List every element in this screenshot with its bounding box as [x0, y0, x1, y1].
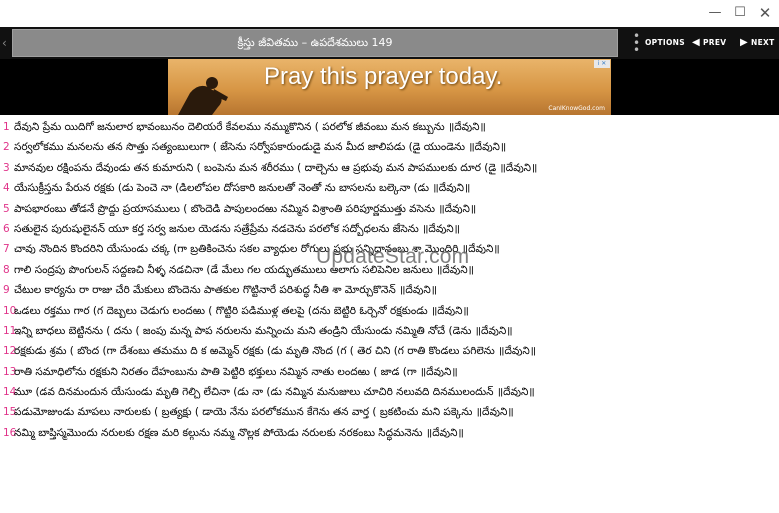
options-label: OPTIONS — [645, 38, 685, 47]
verse-text: మూ (డవ దినమందున యేసుండు మృతి గెల్చి లేచి… — [14, 386, 497, 399]
verse-number: 9 — [3, 284, 10, 297]
verse-list: 1 దేవుని ప్రేమ యిదిగో జనులార భావంబునం దెల… — [0, 117, 779, 443]
window-titlebar: — ☐ ✕ — [0, 0, 779, 27]
verse-item: 3 మానవుల రక్షింపను దేవుండు తన కుమారుని ( … — [0, 158, 779, 178]
options-button[interactable]: OPTIONS — [645, 27, 685, 59]
prev-button[interactable]: ◀ PREV — [692, 27, 726, 59]
verse-refrain: ॥దేవుని॥ — [447, 121, 486, 133]
verse-text: నమ్మి బాప్తిస్మమొందు నరులకు రక్షణ మరి కల… — [14, 426, 426, 439]
verse-refrain: ॥దేవుని॥ — [438, 202, 477, 215]
verse-refrain: ॥దేవుని॥ — [498, 345, 536, 358]
verse-item: 4 యేసుక్రీస్తను పేరున రక్షకు (డు పెంచె నా… — [0, 178, 779, 198]
verse-item: 11ఇన్ని బాధలు బెట్టినను ( దను ( జంపు మన్… — [0, 321, 779, 341]
verse-refrain: ॥దేవుని॥ — [496, 386, 535, 399]
next-label: NEXT — [751, 38, 775, 47]
verse-text: చేటుల కార్యను రా రాజు చేరి మేకులు బొందెన… — [14, 284, 400, 297]
minimize-icon[interactable]: — — [703, 3, 727, 23]
arrow-left-icon: ◀ — [692, 37, 700, 48]
verse-refrain: ॥దేవుని॥ — [399, 284, 437, 297]
ad-url: CanIKnowGod.com — [548, 105, 605, 112]
verse-number: 13 — [3, 365, 17, 378]
verse-refrain: ॥దేవుని॥ — [419, 365, 458, 378]
verse-refrain: ॥దేవుని॥ — [499, 161, 538, 174]
page-title: క్రీస్తు జీవితము – ఉపదేశములు 149 — [12, 29, 618, 57]
app-toolbar: ‹ క్రీస్తు జీవితము – ఉపదేశములు 149 • • • O… — [0, 27, 779, 59]
ad-headline: Pray this prayer today. — [264, 63, 503, 90]
verse-text: దేవుని ప్రేమ యిదిగో జనులార భావంబునం దెలి… — [14, 121, 448, 133]
verse-number: 5 — [3, 202, 10, 215]
verse-text: పాపభారంబు తోడనే ప్రొద్దు ప్రయాసములు ( బొ… — [14, 202, 439, 215]
verse-refrain: ॥దేవుని॥ — [430, 304, 469, 317]
back-arrow-icon[interactable]: ‹ — [2, 35, 10, 51]
watermark: UpdateStar.com — [316, 245, 470, 268]
verse-number: 12 — [3, 345, 17, 358]
verse-text: ఇన్ని బాధలు బెట్టినను ( దను ( జంపు మన్న … — [14, 324, 475, 337]
verse-refrain: ॥దేవుని॥ — [422, 222, 460, 235]
ad-band: Pray this prayer today. CanIKnowGod.com … — [0, 59, 779, 115]
options-dots-icon[interactable]: • • • — [633, 30, 640, 56]
verse-number: 6 — [3, 222, 10, 235]
verse-refrain: ॥దేవుని॥ — [432, 182, 471, 195]
verse-refrain: ॥దేవుని॥ — [468, 141, 507, 154]
verse-number: 15 — [3, 406, 17, 419]
verse-item: 16నమ్మి బాప్తిస్మమొందు నరులకు రక్షణ మరి … — [0, 423, 779, 443]
verse-number: 8 — [3, 263, 10, 276]
verse-text: సర్వలోకము మనలను తన సొత్తు సత్యంబులుగా ( … — [14, 141, 469, 154]
verse-text: రాతి సమాధిలోను రక్షకుని నిరతం దేహంబును ప… — [14, 365, 420, 378]
verse-item: 12రక్షకుడు శ్రమ ( బొంద (గా దేశంబు తమము ద… — [0, 341, 779, 361]
verse-item: 13రాతి సమాధిలోను రక్షకుని నిరతం దేహంబును… — [0, 362, 779, 382]
next-button[interactable]: ▶ NEXT — [740, 27, 775, 59]
verse-number: 14 — [3, 386, 17, 399]
verse-item: 1 దేవుని ప్రేమ యిదిగో జనులార భావంబునం దెల… — [0, 117, 779, 137]
verse-item: 2 సర్వలోకము మనలను తన సొత్తు సత్యంబులుగా (… — [0, 137, 779, 157]
verse-text: పడుమోజుండు మాపలు నారులకు ( బ్రత్యక్షు ( … — [14, 406, 476, 419]
verse-text: రక్షకుడు శ్రమ ( బొంద (గా దేశంబు తమము ది … — [14, 345, 499, 358]
verse-refrain: ॥దేవుని॥ — [474, 324, 513, 337]
verse-item: 6 సతులైన పురుషులైనన్ యూ కర్త సర్వ జనుల యె… — [0, 219, 779, 239]
prev-label: PREV — [703, 38, 727, 47]
verse-number: 1 — [3, 121, 10, 133]
praying-person-icon — [178, 77, 228, 115]
verse-item: 14మూ (డవ దినమందున యేసుండు మృతి గెల్చి లే… — [0, 382, 779, 402]
verse-number: 4 — [3, 182, 10, 195]
verse-item: 15పడుమోజుండు మాపలు నారులకు ( బ్రత్యక్షు … — [0, 402, 779, 422]
verse-number: 7 — [3, 243, 10, 256]
verse-refrain: ॥దేవుని॥ — [425, 426, 464, 439]
verse-refrain: ॥దేవుని॥ — [475, 406, 514, 419]
verse-number: 2 — [3, 141, 10, 154]
verse-item: 5 పాపభారంబు తోడనే ప్రొద్దు ప్రయాసములు ( బ… — [0, 199, 779, 219]
verse-text: మానవుల రక్షింపను దేవుండు తన కుమారుని ( బ… — [14, 161, 500, 174]
verse-item: 9 చేటుల కార్యను రా రాజు చేరి మేకులు బొందె… — [0, 280, 779, 300]
verse-text: సతులైన పురుషులైనన్ యూ కర్త సర్వ జనుల యెడ… — [14, 222, 423, 235]
close-icon[interactable]: ✕ — [753, 3, 777, 23]
verse-text: యేసుక్రీస్తను పేరున రక్షకు (డు పెంచె నా … — [14, 182, 433, 195]
verse-number: 10 — [3, 304, 17, 317]
verse-number: 3 — [3, 161, 10, 174]
arrow-right-icon: ▶ — [740, 37, 748, 48]
verse-text: ఒడలు రక్తము గార (గ దెబ్బలు చెడుగు లందఱు … — [14, 304, 431, 317]
verse-number: 11 — [3, 324, 17, 337]
verse-item: 10ఒడలు రక్తము గార (గ దెబ్బలు చెడుగు లందఱ… — [0, 301, 779, 321]
ad-banner[interactable]: Pray this prayer today. CanIKnowGod.com … — [168, 59, 611, 115]
ad-choices-icon[interactable]: i ✕ — [594, 60, 610, 68]
maximize-icon[interactable]: ☐ — [728, 3, 752, 23]
verse-number: 16 — [3, 426, 17, 439]
